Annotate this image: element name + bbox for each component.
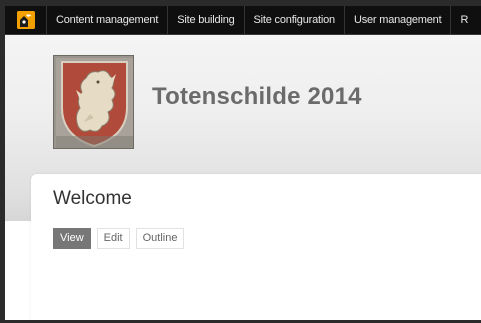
toolbar-item-site-configuration[interactable]: Site configuration xyxy=(245,6,345,34)
drupal-home-icon xyxy=(16,11,35,29)
toolbar-item-content-management[interactable]: Content management xyxy=(47,6,169,34)
toolbar-item-user-management[interactable]: User management xyxy=(345,6,452,34)
coat-of-arms-shield xyxy=(54,56,133,148)
admin-toolbar: Content management Site building Site co… xyxy=(5,6,481,35)
page-title: Welcome xyxy=(53,188,132,209)
local-tasks-tabs: View Edit Outline xyxy=(53,228,185,249)
tab-outline[interactable]: Outline xyxy=(135,228,185,249)
page-frame: Content management Site building Site co… xyxy=(5,6,481,320)
toolbar-item-truncated[interactable]: R xyxy=(451,6,477,34)
site-logo[interactable] xyxy=(53,55,134,149)
tab-edit[interactable]: Edit xyxy=(96,228,130,249)
toolbar-item-site-building[interactable]: Site building xyxy=(168,6,245,34)
content-card: Welcome View Edit Outline xyxy=(31,174,481,320)
toolbar-home-link[interactable] xyxy=(5,6,47,34)
tab-view[interactable]: View xyxy=(53,228,91,249)
site-name[interactable]: Totenschilde 2014 xyxy=(152,83,362,111)
